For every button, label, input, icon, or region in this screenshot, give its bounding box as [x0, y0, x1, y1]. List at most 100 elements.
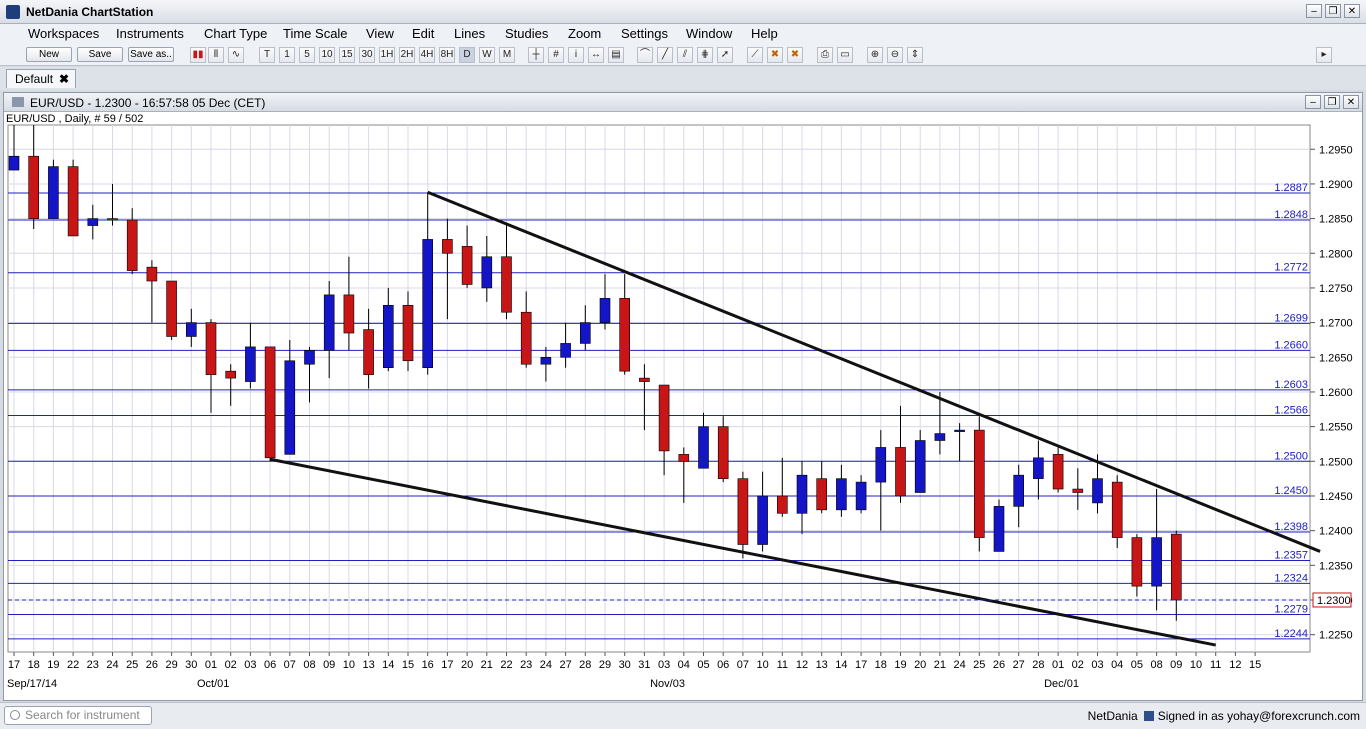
timeframe-30-button[interactable]: 30 — [359, 47, 375, 63]
minimize-icon[interactable]: – — [1306, 4, 1322, 18]
candle-body — [461, 246, 473, 285]
print-preview-icon[interactable]: ▭ — [837, 47, 853, 63]
channel-icon[interactable]: ⫽ — [677, 47, 693, 63]
toolbar-scroll-icon[interactable]: ▸ — [1316, 47, 1332, 63]
y-tick-label: 1.2650 — [1319, 352, 1353, 364]
save-as-button[interactable]: Save as.. — [128, 47, 174, 62]
candle-chart-icon[interactable]: ▮▮ — [190, 47, 206, 63]
candle-body — [776, 495, 788, 514]
zoom-in-icon[interactable]: ⊕ — [867, 47, 883, 63]
candle-body — [973, 429, 985, 538]
timeframe-d-button[interactable]: D — [459, 47, 475, 63]
cursor-icon[interactable]: ➚ — [717, 47, 733, 63]
level-label: 1.2848 — [1274, 209, 1308, 221]
line-chart-icon[interactable]: ∿ — [228, 47, 244, 63]
zoom-out-icon[interactable]: ⊖ — [887, 47, 903, 63]
crosshair-icon[interactable]: ┼ — [528, 47, 544, 63]
candle-body — [855, 481, 867, 511]
x-tick-label: 21 — [934, 659, 946, 671]
y-tick-label: 1.2550 — [1319, 422, 1353, 434]
x-tick-label: 06 — [717, 659, 729, 671]
timeframe-1h-button[interactable]: 1H — [379, 47, 395, 63]
timeframe-4h-button[interactable]: 4H — [419, 47, 435, 63]
y-tick-label: 1.2950 — [1319, 144, 1353, 156]
x-tick-label: 10 — [343, 659, 355, 671]
menu-help[interactable]: Help — [751, 26, 778, 41]
zoom-fit-icon[interactable]: ⇕ — [907, 47, 923, 63]
candle-body — [304, 350, 315, 365]
tab-default[interactable]: Default ✖ — [6, 69, 76, 88]
window-controls: – ❐ ✕ — [1306, 4, 1360, 18]
draw-line-icon[interactable]: ⟋ — [747, 47, 763, 63]
new-button[interactable]: New — [26, 47, 72, 62]
menu-zoom[interactable]: Zoom — [568, 26, 601, 41]
menu-instruments[interactable]: Instruments — [116, 26, 184, 41]
x-tick-label: 01 — [205, 659, 217, 671]
delete-all-icon[interactable]: ✖ — [787, 47, 803, 63]
search-input[interactable]: Search for instrument — [4, 706, 152, 725]
info-icon[interactable]: i — [568, 47, 584, 63]
candle-body — [422, 239, 434, 368]
fibonacci-icon[interactable]: ⋕ — [697, 47, 713, 63]
timeframe-2h-button[interactable]: 2H — [399, 47, 415, 63]
candle-body — [737, 478, 749, 545]
scroll-icon[interactable]: ↔ — [588, 47, 604, 63]
menu-settings[interactable]: Settings — [621, 26, 668, 41]
bar-chart-icon[interactable]: ⫴ — [208, 47, 224, 63]
restore-icon[interactable]: ❐ — [1325, 4, 1341, 18]
candle-body — [264, 346, 276, 459]
tab-close-icon[interactable]: ✖ — [59, 70, 69, 88]
x-tick-label: 10 — [756, 659, 768, 671]
chart-restore-icon[interactable]: ❐ — [1324, 95, 1340, 109]
timeframe-10-button[interactable]: 10 — [319, 47, 335, 63]
chart-minimize-icon[interactable]: – — [1305, 95, 1321, 109]
candle-body — [757, 495, 768, 545]
save-button[interactable]: Save — [77, 47, 123, 62]
candle-body — [816, 478, 828, 511]
x-tick-label: 31 — [638, 659, 650, 671]
price-chart[interactable]: EUR/USD , Daily, # 59 / 502 17 18 19 22 23 24 2… — [3, 111, 1360, 699]
delete-drawing-icon[interactable]: ✖ — [767, 47, 783, 63]
candle-body — [639, 377, 650, 382]
timeframe-w-button[interactable]: W — [479, 47, 495, 63]
menu-window[interactable]: Window — [686, 26, 732, 41]
candle-body — [658, 384, 670, 452]
timeframe-8h-button[interactable]: 8H — [439, 47, 455, 63]
y-tick-label: 1.2250 — [1319, 630, 1353, 642]
grid-icon[interactable]: # — [548, 47, 564, 63]
menu-edit[interactable]: Edit — [412, 26, 434, 41]
x-tick-label: 04 — [678, 659, 690, 671]
x-tick-label: 03 — [244, 659, 256, 671]
x-tick-label: 23 — [87, 659, 99, 671]
x-tick-label: 10 — [1190, 659, 1202, 671]
x-tick-label: 05 — [697, 659, 709, 671]
timeframe-5-button[interactable]: 5 — [299, 47, 315, 63]
level-label: 1.2357 — [1274, 549, 1308, 561]
candle-body — [245, 346, 256, 382]
x-tick-label: 18 — [28, 659, 40, 671]
menu-time-scale[interactable]: Time Scale — [283, 26, 348, 41]
y-tick-label: 1.2850 — [1319, 214, 1353, 226]
candle-body — [836, 478, 847, 511]
timeframe-15-button[interactable]: 15 — [339, 47, 355, 63]
x-tick-label: 20 — [461, 659, 473, 671]
volume-icon[interactable]: ▤ — [608, 47, 624, 63]
chart-close-icon[interactable]: ✕ — [1343, 95, 1359, 109]
timeframe-t-button[interactable]: T — [259, 47, 275, 63]
x-tick-label: 26 — [993, 659, 1005, 671]
bell-curve-icon[interactable]: ⌒ — [637, 47, 653, 63]
month-label: Nov/03 — [650, 678, 685, 690]
x-tick-label: 09 — [1170, 659, 1182, 671]
print-icon[interactable]: ⎙ — [817, 47, 833, 63]
close-icon[interactable]: ✕ — [1344, 4, 1360, 18]
trendline-icon[interactable]: ╱ — [657, 47, 673, 63]
menu-workspaces[interactable]: Workspaces — [28, 26, 99, 41]
menu-chart-type[interactable]: Chart Type — [204, 26, 267, 41]
candle-body — [442, 239, 453, 254]
menu-view[interactable]: View — [366, 26, 394, 41]
x-tick-label: 15 — [1249, 659, 1261, 671]
timeframe-1-button[interactable]: 1 — [279, 47, 295, 63]
menu-lines[interactable]: Lines — [454, 26, 485, 41]
timeframe-m-button[interactable]: M — [499, 47, 515, 63]
menu-studies[interactable]: Studies — [505, 26, 548, 41]
